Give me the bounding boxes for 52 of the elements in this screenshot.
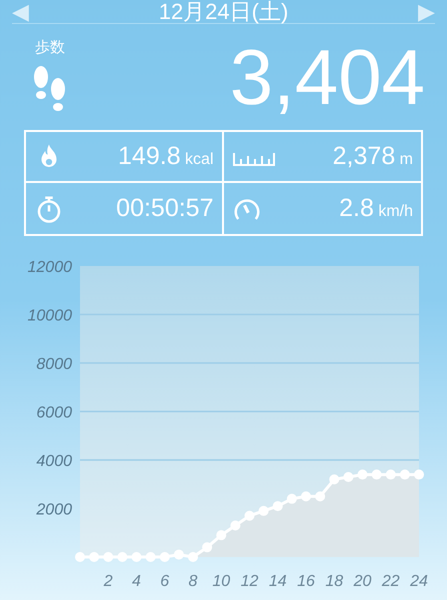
stat-value: 2,378 m (332, 140, 413, 172)
step-count: 3,404 (230, 38, 425, 116)
data-point (146, 552, 156, 562)
data-point (75, 552, 85, 562)
data-point (117, 552, 128, 562)
y-axis-label: 2000 (36, 502, 72, 518)
y-axis-label: 10000 (28, 308, 72, 324)
x-axis-label: 6 (160, 573, 170, 590)
x-axis-label: 18 (325, 573, 344, 590)
next-day-arrow[interactable]: ▶ (418, 0, 435, 22)
previous-day-arrow[interactable]: ◀ (12, 0, 29, 22)
x-axis-label: 16 (297, 573, 315, 590)
data-point (286, 494, 297, 504)
x-axis-label: 4 (132, 573, 141, 590)
data-point (272, 501, 283, 512)
data-point (315, 491, 326, 502)
data-point (414, 470, 424, 480)
stat-value: 00:50:57 (116, 192, 214, 224)
data-point (244, 510, 254, 521)
data-point (372, 470, 382, 480)
data-point (160, 552, 170, 562)
data-point (400, 470, 410, 480)
data-point (329, 474, 340, 484)
data-point (174, 550, 184, 560)
data-point (386, 470, 396, 480)
y-axis-label: 4000 (36, 453, 72, 470)
y-axis-label: 12000 (28, 259, 72, 276)
data-point (358, 470, 368, 480)
data-point (258, 506, 269, 516)
x-axis-label: 24 (410, 573, 428, 590)
data-point (230, 520, 240, 530)
x-axis-label: 2 (104, 573, 113, 590)
data-point (216, 530, 226, 540)
x-axis-label: 8 (188, 573, 198, 590)
date-title: 12月24日(土) (158, 0, 288, 22)
data-point (343, 472, 354, 482)
stat-value: 2.8 km/h (339, 192, 413, 224)
data-point (132, 552, 142, 562)
data-point (202, 542, 212, 552)
data-point (301, 491, 311, 502)
x-axis-label: 12 (240, 573, 258, 590)
x-axis-label: 14 (268, 573, 287, 590)
steps-label: 歩数 (35, 38, 65, 58)
data-point (89, 552, 100, 562)
y-axis-label: 6000 (36, 404, 72, 422)
x-axis-label: 10 (212, 573, 230, 590)
x-axis-label: 22 (382, 573, 400, 590)
x-axis-label: 20 (354, 573, 372, 590)
data-point (103, 552, 114, 562)
stat-value: 149.8 kcal (118, 140, 214, 172)
y-axis-label: 8000 (36, 356, 72, 373)
data-point (188, 552, 198, 562)
